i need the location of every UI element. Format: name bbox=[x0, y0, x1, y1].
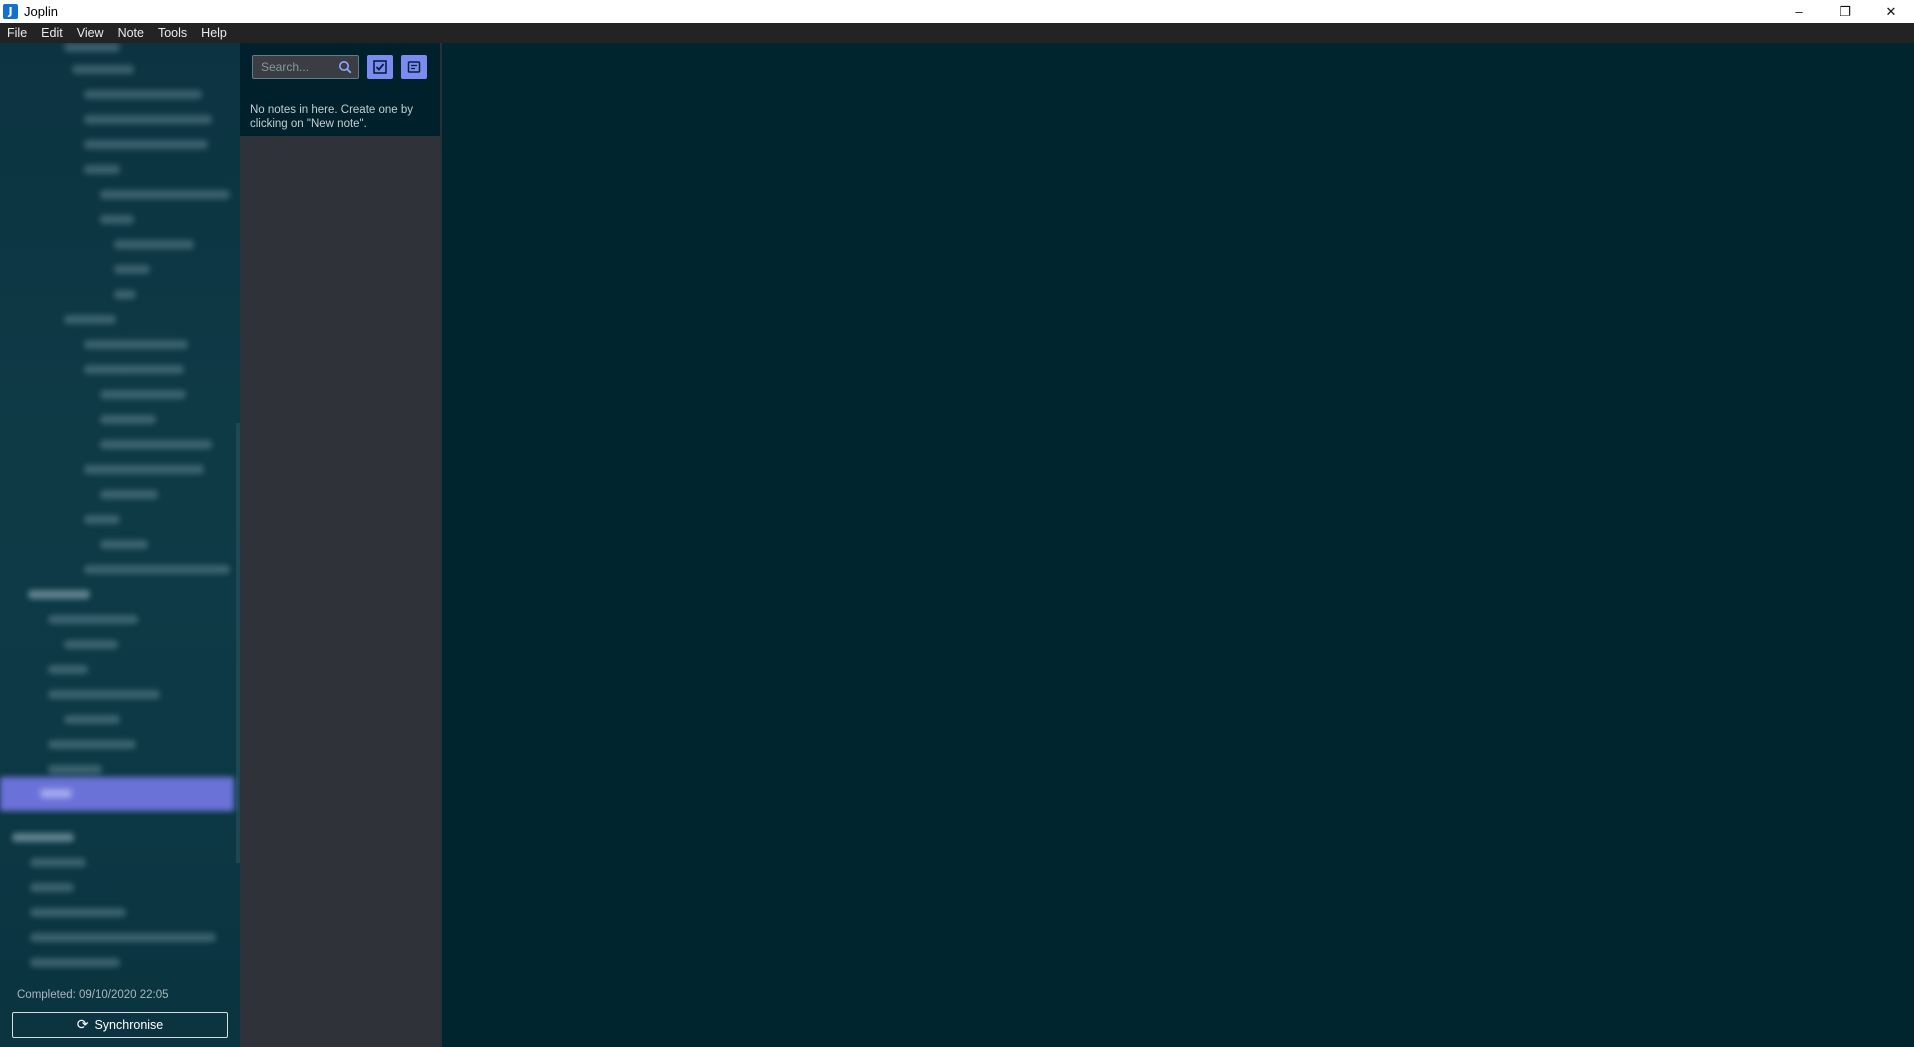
synchronise-label: Synchronise bbox=[94, 1018, 164, 1032]
minimize-button[interactable]: – bbox=[1776, 0, 1822, 23]
tree-row[interactable] bbox=[84, 465, 204, 474]
tree-row[interactable] bbox=[100, 440, 212, 449]
tree-row[interactable] bbox=[30, 858, 86, 867]
menu-tools[interactable]: Tools bbox=[151, 23, 194, 43]
tree-row[interactable] bbox=[84, 565, 230, 574]
note-list-header: No notes in here. Create one by clicking… bbox=[240, 43, 440, 136]
empty-notes-message: No notes in here. Create one by clicking… bbox=[250, 104, 414, 130]
sync-icon: ⟳ bbox=[76, 1017, 89, 1033]
menu-edit[interactable]: Edit bbox=[34, 23, 70, 43]
checkbox-icon bbox=[373, 60, 387, 74]
tree-row[interactable] bbox=[30, 933, 216, 942]
title-bar: J Joplin – ❐ ✕ bbox=[0, 0, 1914, 23]
tree-row[interactable] bbox=[84, 165, 120, 174]
tree-row[interactable] bbox=[84, 90, 202, 99]
tree-row-selected-label bbox=[40, 789, 72, 798]
tree-row[interactable] bbox=[48, 615, 138, 624]
tree-row[interactable] bbox=[64, 43, 120, 52]
menu-note[interactable]: Note bbox=[111, 23, 151, 43]
window-title: Joplin bbox=[24, 4, 58, 19]
tree-row[interactable] bbox=[114, 290, 136, 299]
menu-help[interactable]: Help bbox=[194, 23, 234, 43]
tree-row[interactable] bbox=[28, 590, 90, 599]
tree-row[interactable] bbox=[84, 365, 184, 374]
search-input[interactable] bbox=[253, 57, 333, 77]
new-todo-button[interactable] bbox=[367, 55, 393, 79]
restore-button[interactable]: ❐ bbox=[1822, 0, 1868, 23]
tree-row[interactable] bbox=[30, 883, 74, 892]
tree-row[interactable] bbox=[114, 240, 194, 249]
tree-row[interactable] bbox=[12, 833, 74, 842]
tree-row[interactable] bbox=[48, 740, 136, 749]
tree-row[interactable] bbox=[100, 215, 134, 224]
tree-row[interactable] bbox=[48, 665, 88, 674]
new-note-button[interactable] bbox=[401, 55, 427, 79]
tree-row[interactable] bbox=[64, 315, 116, 324]
menu-file[interactable]: File bbox=[0, 23, 34, 43]
tree-row[interactable] bbox=[64, 640, 118, 649]
tree-row[interactable] bbox=[72, 65, 134, 74]
tree-row[interactable] bbox=[100, 540, 148, 549]
tree-row[interactable] bbox=[48, 690, 160, 699]
editor-area[interactable] bbox=[440, 43, 1914, 1047]
tree-row[interactable] bbox=[100, 390, 186, 399]
tree-row[interactable] bbox=[30, 908, 126, 917]
tree-row[interactable] bbox=[84, 340, 188, 349]
search-box[interactable] bbox=[252, 55, 359, 79]
panel-divider[interactable] bbox=[440, 43, 442, 1047]
window-controls: – ❐ ✕ bbox=[1776, 0, 1914, 23]
close-button[interactable]: ✕ bbox=[1868, 0, 1914, 23]
menu-view[interactable]: View bbox=[70, 23, 111, 43]
joplin-app-icon: J bbox=[3, 4, 18, 19]
note-icon bbox=[407, 61, 421, 73]
sync-status: Completed: 09/10/2020 22:05 bbox=[17, 989, 169, 1001]
tree-row[interactable] bbox=[84, 140, 208, 149]
tree-row[interactable] bbox=[48, 765, 102, 774]
tree-row[interactable] bbox=[100, 190, 230, 199]
tree-row[interactable] bbox=[30, 958, 120, 967]
sidebar: Completed: 09/10/2020 22:05 ⟳ Synchronis… bbox=[0, 43, 240, 1047]
tree-row[interactable] bbox=[100, 490, 158, 499]
tree-row[interactable] bbox=[100, 415, 156, 424]
tree-row-selected[interactable] bbox=[0, 777, 234, 811]
tree-row[interactable] bbox=[84, 115, 212, 124]
note-list: No notes in here. Create one by clicking… bbox=[240, 43, 440, 1047]
tree-row[interactable] bbox=[64, 715, 120, 724]
tree-row[interactable] bbox=[114, 265, 150, 274]
synchronise-button[interactable]: ⟳ Synchronise bbox=[12, 1012, 228, 1038]
tree-row[interactable] bbox=[84, 515, 120, 524]
notebook-tree-blurred bbox=[0, 43, 236, 971]
menu-bar: File Edit View Note Tools Help bbox=[0, 23, 1914, 43]
search-icon[interactable] bbox=[338, 60, 352, 74]
